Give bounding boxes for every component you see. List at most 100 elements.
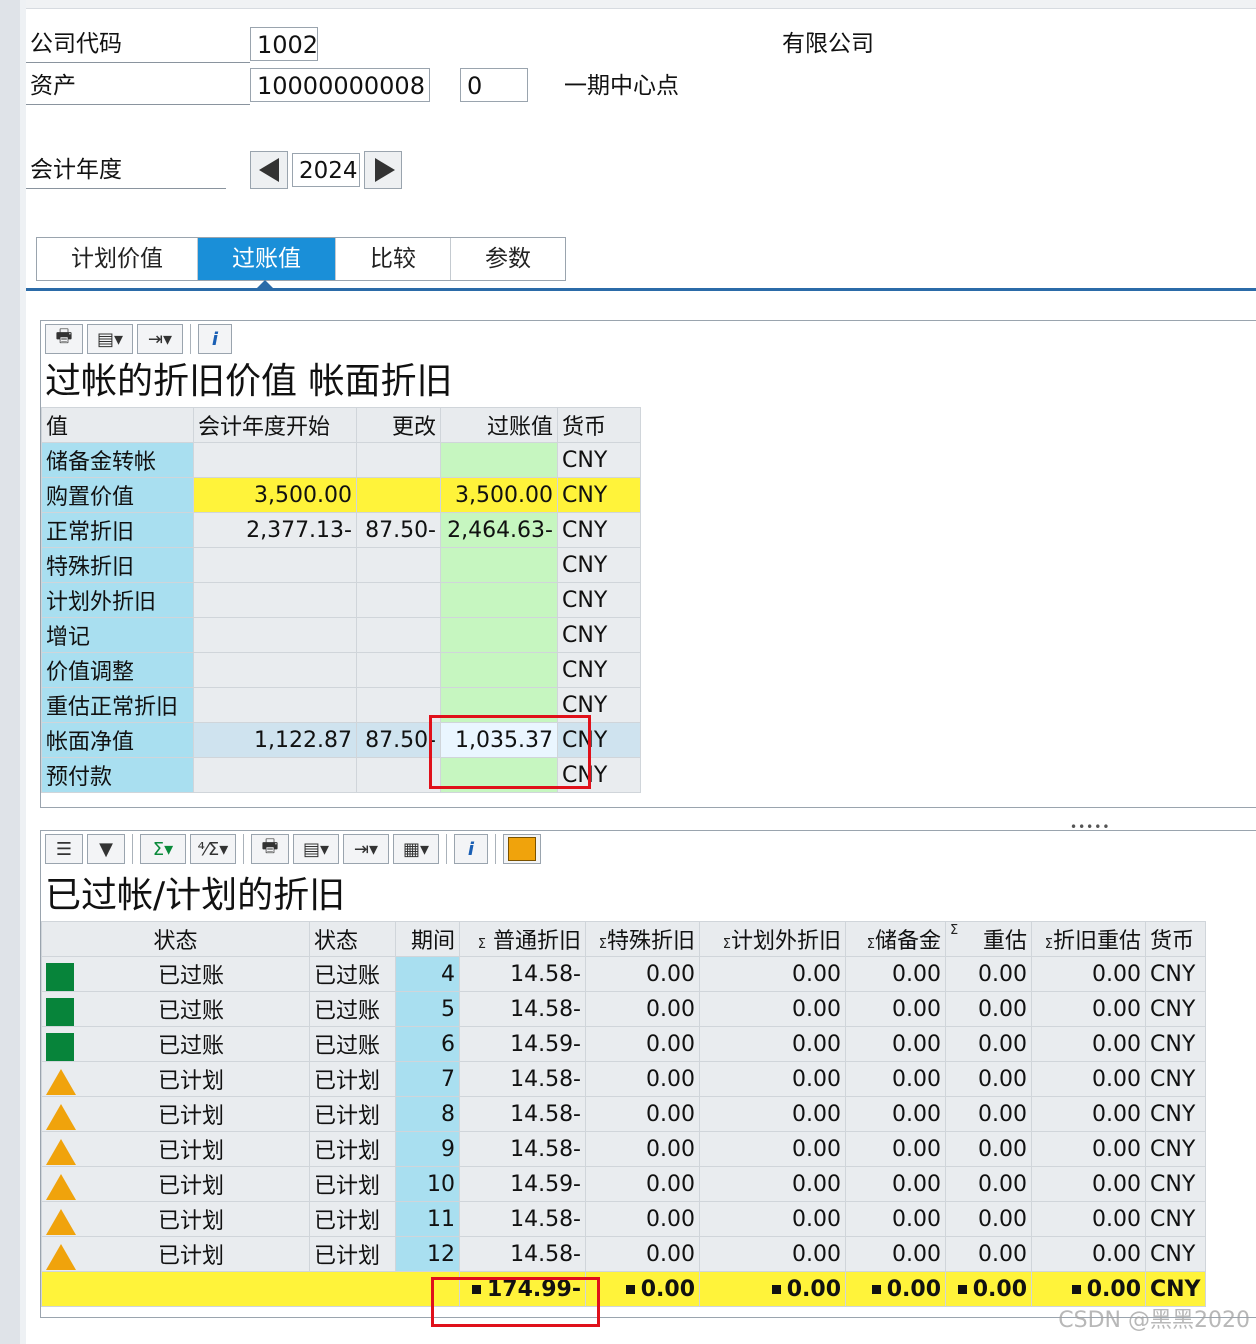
currency-cell[interactable]: CNY: [1145, 1236, 1206, 1272]
table-row[interactable]: 计划外折旧 CNY: [41, 582, 641, 618]
info-button[interactable]: i: [454, 834, 488, 864]
special-cell[interactable]: 0.00: [585, 1096, 700, 1132]
col-year-start[interactable]: 会计年度开始: [193, 407, 357, 443]
reserve-cell[interactable]: 0.00: [845, 1166, 946, 1202]
reval-cell[interactable]: 0.00: [945, 991, 1032, 1027]
currency-cell[interactable]: CNY: [1145, 1026, 1206, 1062]
previous-year-button[interactable]: [250, 151, 288, 189]
year-start-cell[interactable]: 2,377.13-: [193, 512, 357, 548]
table-row[interactable]: 已过账 已过账 6 14.59- 0.00 0.00 0.00 0.00 0.00 CNY: [41, 1026, 1206, 1062]
tab-planned-values[interactable]: 计划价值: [37, 238, 198, 280]
unplanned-cell[interactable]: 0.00: [699, 1131, 846, 1167]
dep-reval-cell[interactable]: 0.00: [1031, 1131, 1146, 1167]
unplanned-cell[interactable]: 0.00: [699, 991, 846, 1027]
status-cell[interactable]: 已过账: [41, 1026, 310, 1062]
status-cell[interactable]: 已计划: [41, 1096, 310, 1132]
currency-cell[interactable]: CNY: [557, 652, 641, 688]
total-reval-cell[interactable]: 0.00: [945, 1271, 1032, 1307]
change-cell[interactable]: [356, 687, 441, 723]
unplanned-cell[interactable]: 0.00: [699, 1096, 846, 1132]
change-cell[interactable]: [356, 617, 441, 653]
dep-reval-cell[interactable]: 0.00: [1031, 1201, 1146, 1237]
status-cell[interactable]: 已计划: [41, 1201, 310, 1237]
year-start-cell[interactable]: [193, 652, 357, 688]
currency-cell[interactable]: CNY: [557, 512, 641, 548]
reval-cell[interactable]: 0.00: [945, 1061, 1032, 1097]
row-label[interactable]: 预付款: [41, 757, 194, 793]
status-cell[interactable]: 已计划: [41, 1166, 310, 1202]
table-row[interactable]: 已计划 已计划 7 14.58- 0.00 0.00 0.00 0.00 0.00 CNY: [41, 1061, 1206, 1097]
fiscal-year-field[interactable]: 2024: [292, 153, 360, 187]
col-posted[interactable]: 过账值: [440, 407, 558, 443]
row-label[interactable]: 帐面净值: [41, 722, 194, 758]
dep-reval-cell[interactable]: 0.00: [1031, 1061, 1146, 1097]
currency-cell[interactable]: CNY: [557, 582, 641, 618]
posted-cell[interactable]: [440, 617, 558, 653]
currency-cell[interactable]: CNY: [557, 477, 641, 513]
period-cell[interactable]: 7: [395, 1061, 460, 1097]
posted-cell[interactable]: [440, 547, 558, 583]
dep-reval-cell[interactable]: 0.00: [1031, 1096, 1146, 1132]
tab-comparison[interactable]: 比较: [336, 238, 451, 280]
col-value[interactable]: 值: [41, 407, 194, 443]
status2-cell[interactable]: 已计划: [309, 1236, 396, 1272]
col-period[interactable]: 期间: [395, 921, 460, 957]
table-row[interactable]: 价值调整 CNY: [41, 652, 641, 688]
status2-cell[interactable]: 已过账: [309, 991, 396, 1027]
tab-parameters[interactable]: 参数: [451, 238, 565, 280]
period-cell[interactable]: 12: [395, 1236, 460, 1272]
special-cell[interactable]: 0.00: [585, 1201, 700, 1237]
currency-cell[interactable]: CNY: [557, 617, 641, 653]
row-label[interactable]: 计划外折旧: [41, 582, 194, 618]
table-row[interactable]: 增记 CNY: [41, 617, 641, 653]
year-start-cell[interactable]: [193, 687, 357, 723]
filter-button[interactable]: ▼: [87, 834, 125, 864]
unplanned-cell[interactable]: 0.00: [699, 1201, 846, 1237]
sum-button[interactable]: Σ▾: [140, 834, 186, 864]
reval-cell[interactable]: 0.00: [945, 1201, 1032, 1237]
table-row[interactable]: 正常折旧 2,377.13- 87.50- 2,464.63- CNY: [41, 512, 641, 548]
graphic-button[interactable]: [503, 834, 541, 864]
status-cell[interactable]: 已过账: [41, 991, 310, 1027]
ordinary-cell[interactable]: 14.58-: [459, 1096, 586, 1132]
view-button[interactable]: ▤▾: [87, 324, 133, 354]
currency-cell[interactable]: CNY: [1145, 1061, 1206, 1097]
change-cell[interactable]: [356, 477, 441, 513]
status2-cell[interactable]: 已计划: [309, 1166, 396, 1202]
col-unplanned[interactable]: Σ计划外折旧: [699, 921, 846, 957]
total-unplanned-cell[interactable]: 0.00: [699, 1271, 846, 1307]
year-start-cell[interactable]: [193, 757, 357, 793]
table-row[interactable]: 已计划 已计划 12 14.58- 0.00 0.00 0.00 0.00 0.00 CNY: [41, 1236, 1206, 1272]
table-row[interactable]: 购置价值 3,500.00 3,500.00 CNY: [41, 477, 641, 513]
year-start-cell[interactable]: [193, 617, 357, 653]
posted-cell[interactable]: [440, 582, 558, 618]
year-start-cell[interactable]: [193, 582, 357, 618]
currency-cell[interactable]: CNY: [1145, 1166, 1206, 1202]
col-dep-reval[interactable]: Σ折旧重估: [1031, 921, 1146, 957]
reval-cell[interactable]: 0.00: [945, 1096, 1032, 1132]
currency-cell[interactable]: CNY: [1145, 1131, 1206, 1167]
special-cell[interactable]: 0.00: [585, 1131, 700, 1167]
col-status-icon[interactable]: 状态: [41, 921, 310, 957]
reserve-cell[interactable]: 0.00: [845, 1096, 946, 1132]
col-reserve[interactable]: Σ储备金: [845, 921, 946, 957]
row-label[interactable]: 重估正常折旧: [41, 687, 194, 723]
reserve-cell[interactable]: 0.00: [845, 1026, 946, 1062]
row-label[interactable]: 储备金转帐: [41, 442, 194, 478]
dep-reval-cell[interactable]: 0.00: [1031, 1236, 1146, 1272]
dep-reval-cell[interactable]: 0.00: [1031, 956, 1146, 992]
year-start-cell[interactable]: 3,500.00: [193, 477, 357, 513]
period-cell[interactable]: 10: [395, 1166, 460, 1202]
asset-subnumber-field[interactable]: 0: [460, 68, 528, 102]
period-cell[interactable]: 11: [395, 1201, 460, 1237]
col-status[interactable]: 状态: [309, 921, 396, 957]
period-cell[interactable]: 5: [395, 991, 460, 1027]
row-label[interactable]: 价值调整: [41, 652, 194, 688]
change-cell[interactable]: [356, 757, 441, 793]
year-start-cell[interactable]: [193, 547, 357, 583]
print-button[interactable]: 🖶: [45, 324, 83, 354]
table-row[interactable]: 已计划 已计划 8 14.58- 0.00 0.00 0.00 0.00 0.00 CNY: [41, 1096, 1206, 1132]
change-cell[interactable]: [356, 442, 441, 478]
status-cell[interactable]: 已计划: [41, 1236, 310, 1272]
dep-reval-cell[interactable]: 0.00: [1031, 991, 1146, 1027]
